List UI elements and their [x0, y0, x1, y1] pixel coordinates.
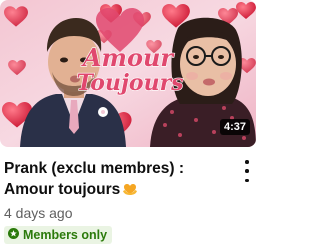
duration-badge: 4:37	[219, 119, 250, 135]
members-only-label: Members only	[23, 228, 108, 242]
video-thumbnail[interactable]: Amour Toujours 4:37	[0, 0, 256, 147]
members-only-badge: Members only	[4, 226, 113, 244]
thumbnail-text-amour: Amour	[81, 43, 175, 72]
thumbnail-image: Amour Toujours	[0, 0, 256, 147]
upload-age: 4 days ago	[4, 205, 73, 221]
more-options-icon[interactable]	[240, 160, 254, 182]
thumbnail-text-toujours: Toujours	[76, 70, 183, 96]
heart-hands-emoji-icon	[122, 181, 138, 202]
video-title-text: Prank (exclu membres) : Amour toujours	[4, 160, 185, 198]
video-card: Amour Toujours 4:37 Prank (exclu membres…	[0, 0, 256, 245]
members-star-icon	[8, 228, 19, 242]
video-title[interactable]: Prank (exclu membres) : Amour toujours	[4, 158, 228, 202]
